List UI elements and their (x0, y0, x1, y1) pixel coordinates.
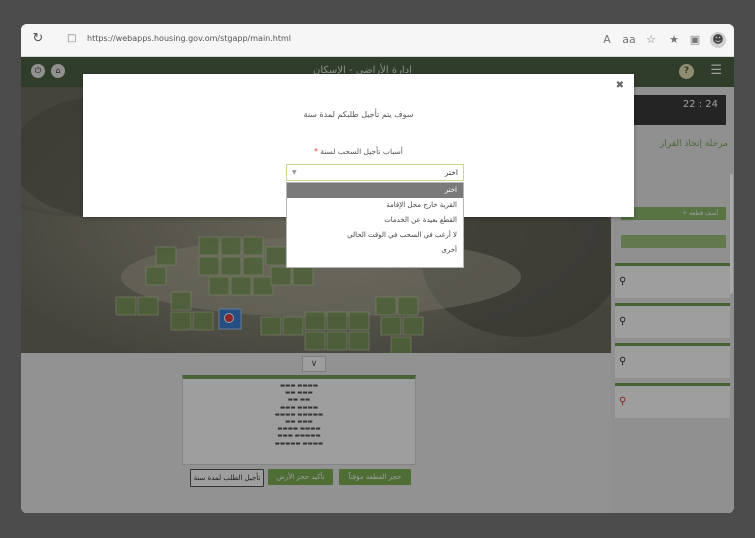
extensions-icon[interactable]: ▣ (687, 32, 703, 48)
dropdown-option[interactable]: لا أرغب في السحب في الوقت الحالي (287, 228, 463, 243)
page-scrollbar[interactable] (730, 174, 733, 294)
dropdown-option[interactable]: القرية خارج محل الإقامة (287, 198, 463, 213)
reason-label-text: أسباب تأجيل السحب لسنة (320, 147, 403, 156)
favorite-icon[interactable]: ☆ (643, 32, 659, 48)
browser-toolbar: ↻ □ https://webapps.housing.gov.om/stgap… (21, 24, 734, 57)
browser-window: ↻ □ https://webapps.housing.gov.om/stgap… (21, 24, 734, 513)
address-bar[interactable]: https://webapps.housing.gov.om/stgapp/ma… (87, 34, 291, 43)
aa-icon[interactable]: aa (621, 32, 637, 48)
required-asterisk: * (314, 147, 318, 156)
collections-icon[interactable]: ★ (666, 32, 682, 48)
lock-icon[interactable]: □ (67, 33, 77, 45)
reason-label: أسباب تأجيل السحب لسنة * (83, 147, 634, 156)
reason-select[interactable]: اختر ▼ (286, 164, 464, 181)
reason-select-value: اختر (444, 168, 458, 177)
dialog-title: سوف يتم تأجيل طلبكم لمدة سنة (303, 110, 414, 119)
chevron-down-icon: ▼ (292, 169, 297, 176)
reload-icon[interactable]: ↻ (31, 32, 45, 46)
dropdown-option[interactable]: أخرى (287, 243, 463, 258)
reason-dropdown: اختر القرية خارج محل الإقامة القطع بعيدة… (286, 182, 464, 268)
dropdown-option[interactable]: اختر (287, 183, 463, 198)
dropdown-option[interactable]: القطع بعيدة عن الخدمات (287, 213, 463, 228)
profile-icon[interactable]: ☻ (710, 32, 726, 48)
close-icon[interactable]: ✖ (616, 80, 624, 91)
read-aloud-icon[interactable]: A (599, 32, 615, 48)
